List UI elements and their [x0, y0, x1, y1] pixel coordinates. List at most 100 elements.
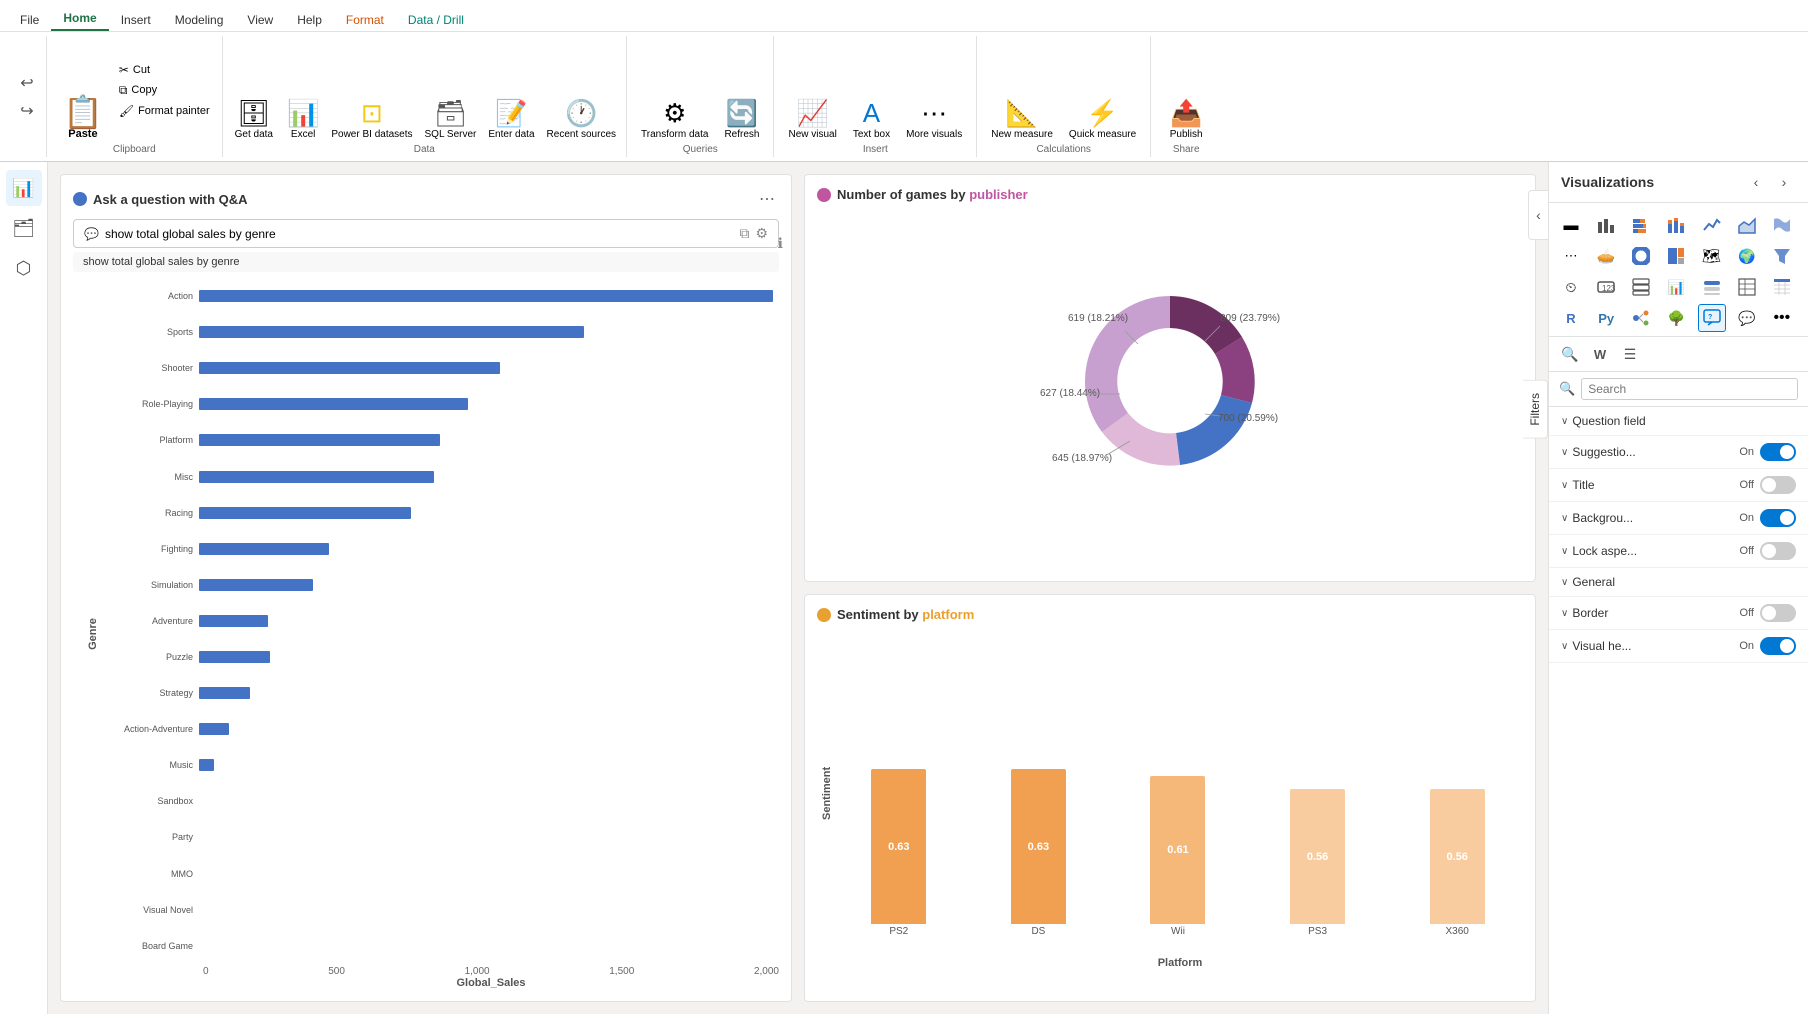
nav-model-icon[interactable]: ⬡ [6, 250, 42, 286]
refresh-button[interactable]: 🔄 Refresh [718, 96, 765, 142]
bar-row: Party [89, 830, 779, 844]
tab-modeling[interactable]: Modeling [163, 9, 236, 31]
tab-home[interactable]: Home [51, 7, 108, 31]
prop-visual-header-toggle[interactable] [1760, 637, 1796, 655]
prop-title[interactable]: ∨ Title Off [1549, 469, 1808, 502]
prop-background-toggle[interactable] [1760, 509, 1796, 527]
prop-background[interactable]: ∨ Backgrou... On [1549, 502, 1808, 535]
transform-data-button[interactable]: ⚙ Transform data [635, 96, 714, 142]
prop-visual-header[interactable]: ∨ Visual he... On [1549, 630, 1808, 663]
prop-lock-toggle[interactable] [1760, 542, 1796, 560]
paste-button[interactable]: 📋 Paste [55, 38, 111, 142]
publish-button[interactable]: 📤 Publish [1159, 96, 1213, 142]
prop-visual-header-value: On [1739, 640, 1754, 652]
prop-suggestions-toggle[interactable] [1760, 443, 1796, 461]
bar-row: Puzzle [89, 650, 779, 664]
format-painter-button[interactable]: 🖌Format painter [115, 102, 214, 120]
viz-search-input[interactable] [1581, 378, 1798, 400]
viz-treemap[interactable] [1662, 242, 1690, 270]
viz-smart-narrative[interactable]: 💬 [1733, 304, 1761, 332]
viz-more[interactable]: ••• [1768, 304, 1796, 332]
viz-multirow-card[interactable] [1627, 273, 1655, 301]
viz-decomp-tree[interactable]: 🌳 [1662, 304, 1690, 332]
new-measure-button[interactable]: 📐 New measure [985, 96, 1059, 142]
viz-map[interactable]: 🗺 [1698, 242, 1726, 270]
qa-suggestion[interactable]: show total global sales by genre [73, 252, 779, 272]
prop-background-value: On [1739, 512, 1754, 524]
viz-filled-map[interactable]: 🌍 [1733, 242, 1761, 270]
prop-suggestions[interactable]: ∨ Suggestio... On [1549, 436, 1808, 469]
get-data-button[interactable]: 🗄 Get data [229, 96, 279, 142]
viz-card[interactable]: 123 [1592, 273, 1620, 301]
prop-border-toggle[interactable] [1760, 604, 1796, 622]
tab-view[interactable]: View [235, 9, 285, 31]
viz-python-visual[interactable]: Py [1592, 304, 1620, 332]
power-bi-datasets-button[interactable]: ⊡ Power BI datasets [327, 96, 416, 142]
viz-panel-chevron-left[interactable]: ‹ [1744, 170, 1768, 194]
bar-row: Sports [89, 325, 779, 339]
properties-list: ∨ Question field ∨ Suggestio... On ∨ Tit… [1549, 407, 1808, 663]
copy-button[interactable]: ⧉Copy [115, 81, 214, 100]
text-box-button[interactable]: A Text box [847, 96, 896, 142]
viz-stacked-column[interactable] [1662, 211, 1690, 239]
viz-line-chart[interactable] [1698, 211, 1726, 239]
prop-border[interactable]: ∨ Border Off [1549, 597, 1808, 630]
prop-general[interactable]: ∨ General [1549, 568, 1808, 597]
viz-funnel[interactable] [1768, 242, 1796, 270]
viz-qa[interactable]: ? [1698, 304, 1726, 332]
viz-search-extra-icon[interactable]: 🔍 [1557, 341, 1583, 367]
qa-info-icon[interactable]: ℹ [778, 235, 783, 252]
nav-data-icon[interactable]: 🗂 [6, 210, 42, 246]
qa-card: Ask a question with Q&A ⋯ 💬 ⧉ ⚙ show tot… [60, 174, 792, 1002]
viz-pie[interactable]: 🥧 [1592, 242, 1620, 270]
prop-title-label: Title [1572, 478, 1594, 492]
tab-file[interactable]: File [8, 9, 51, 31]
excel-button[interactable]: 📊 Excel [283, 96, 323, 142]
prop-title-toggle[interactable] [1760, 476, 1796, 494]
viz-column-chart[interactable] [1592, 211, 1620, 239]
panel-collapse-button[interactable]: ‹ [1528, 190, 1548, 240]
tab-format[interactable]: Format [334, 9, 396, 31]
sentiment-title: Sentiment by platform [837, 607, 974, 622]
prop-lock-aspect[interactable]: ∨ Lock aspe... Off [1549, 535, 1808, 568]
qa-copy-icon[interactable]: ⧉ [739, 225, 749, 242]
nav-report-icon[interactable]: 📊 [6, 170, 42, 206]
viz-table[interactable] [1733, 273, 1761, 301]
viz-kpi[interactable]: 📊 [1662, 273, 1690, 301]
sentiment-y-label: Sentiment [817, 630, 833, 957]
new-visual-button[interactable]: 📈 New visual [782, 96, 842, 142]
sql-server-button[interactable]: 🗃 SQL Server [421, 96, 481, 142]
viz-key-influencers[interactable] [1627, 304, 1655, 332]
viz-r-visual[interactable]: R [1557, 304, 1585, 332]
viz-list-icon[interactable]: ☰ [1617, 341, 1643, 367]
quick-measure-button[interactable]: ⚡ Quick measure [1063, 96, 1142, 142]
svg-text:645 (18.97%): 645 (18.97%) [1052, 453, 1112, 464]
viz-bar-chart[interactable]: ▬ [1557, 211, 1585, 239]
viz-slicer[interactable] [1698, 273, 1726, 301]
viz-scatter[interactable]: ⋯ [1557, 242, 1585, 270]
sentiment-x-label: Platform [817, 957, 1523, 969]
enter-data-button[interactable]: 📝 Enter data [484, 96, 538, 142]
visualizations-panel: Visualizations ‹ › ▬ ⋯ 🥧 [1548, 162, 1808, 1014]
cut-button[interactable]: ✂Cut [115, 61, 214, 79]
tab-data-drill[interactable]: Data / Drill [396, 9, 476, 31]
qa-search-input[interactable] [105, 227, 733, 241]
undo-button[interactable]: ↩ [14, 70, 40, 96]
viz-panel-chevron-right[interactable]: › [1772, 170, 1796, 194]
prop-question-field[interactable]: ∨ Question field [1549, 407, 1808, 436]
tab-help[interactable]: Help [285, 9, 334, 31]
viz-ribbon[interactable] [1768, 211, 1796, 239]
viz-donut[interactable] [1627, 242, 1655, 270]
recent-sources-button[interactable]: 🕐 Recent sources [543, 96, 620, 142]
viz-matrix[interactable] [1768, 273, 1796, 301]
viz-area-chart[interactable] [1733, 211, 1761, 239]
redo-button[interactable]: ↪ [14, 98, 40, 124]
tab-insert[interactable]: Insert [109, 9, 163, 31]
qa-settings-icon[interactable]: ⚙ [755, 225, 768, 242]
viz-word-icon[interactable]: W [1587, 341, 1613, 367]
filters-tab[interactable]: Filters [1523, 380, 1548, 439]
viz-stacked-bar[interactable] [1627, 211, 1655, 239]
viz-gauge[interactable]: ⏲ [1557, 273, 1585, 301]
qa-more-button[interactable]: ⋯ [755, 187, 779, 211]
more-visuals-button[interactable]: ⋯ More visuals [900, 96, 968, 142]
